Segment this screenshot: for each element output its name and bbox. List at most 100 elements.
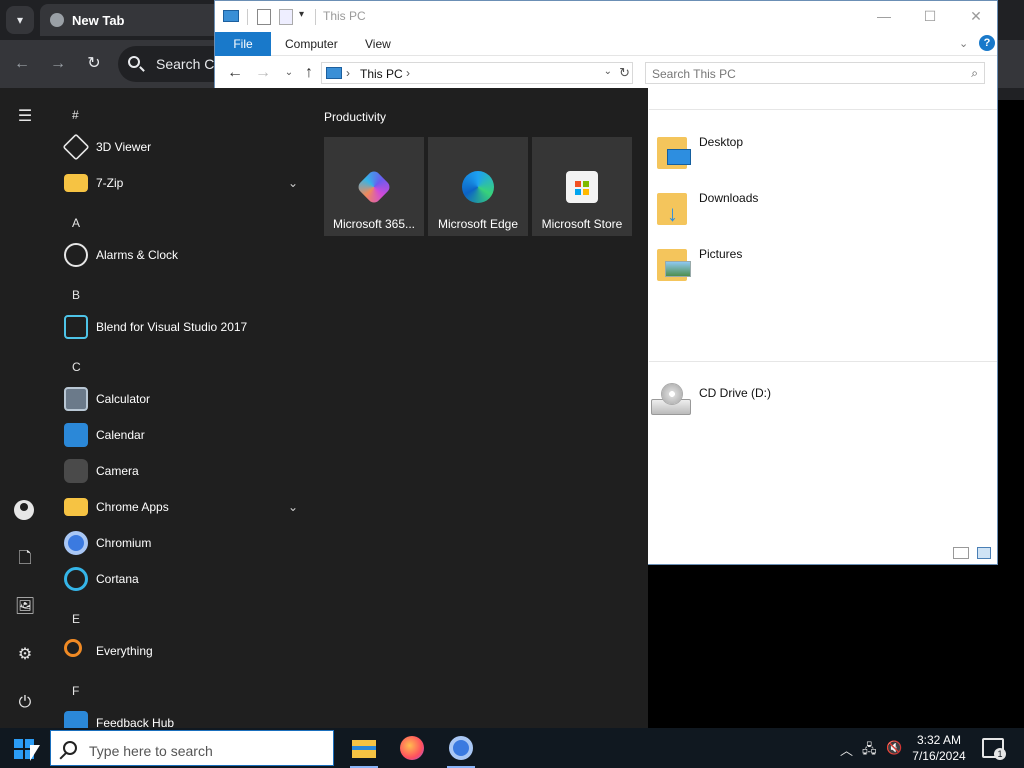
folder-label-downloads[interactable]: Downloads [699, 191, 758, 205]
explorer-forward-icon[interactable]: → [251, 61, 275, 85]
explorer-title-bar: ▾ This PC — ☐ ✕ [215, 1, 997, 32]
pictures-folder-icon[interactable] [653, 243, 693, 283]
cortana-icon [64, 567, 88, 591]
app-blend-visual-studio[interactable]: Blend for Visual Studio 2017 [62, 311, 302, 347]
tile-label: Microsoft Edge [437, 217, 519, 231]
app-chromium[interactable]: Chromium [62, 527, 302, 563]
folder-label-desktop[interactable]: Desktop [699, 135, 743, 149]
user-account-icon[interactable] [14, 500, 36, 522]
ribbon-tabs: File Computer View ⌄ ? [215, 32, 997, 56]
address-dropdown-icon[interactable]: ⌄ [604, 66, 612, 77]
app-calculator[interactable]: Calculator [62, 383, 302, 419]
tile-microsoft-store[interactable]: Microsoft Store [532, 137, 632, 236]
desktop-folder-icon[interactable] [653, 131, 693, 171]
search-this-pc-field[interactable]: Search This PC ⌕ [645, 62, 985, 84]
taskbar-clock[interactable]: 3:32 AM 7/16/2024 [908, 732, 970, 764]
letter-header-f[interactable]: F [72, 684, 79, 698]
drive-label-cd[interactable]: CD Drive (D:) [699, 386, 771, 400]
app-label: Camera [96, 464, 139, 478]
feedback-hub-icon [64, 711, 88, 728]
app-camera[interactable]: Camera [62, 455, 302, 491]
chrome-tab-title: New Tab [72, 13, 125, 28]
expand-ribbon-chevron-icon[interactable]: ⌄ [959, 32, 968, 56]
cd-drive-icon[interactable] [651, 381, 691, 421]
app-feedback-hub[interactable]: Feedback Hub [62, 707, 302, 728]
tab-computer[interactable]: Computer [285, 32, 338, 56]
power-icon[interactable]: ⏻ [14, 692, 36, 714]
large-icons-view-icon[interactable] [977, 547, 991, 559]
app-cortana[interactable]: Cortana [62, 563, 302, 599]
firefox-taskbar-icon[interactable] [398, 734, 426, 762]
hamburger-menu-icon[interactable]: ☰ [14, 106, 36, 128]
app-7-zip[interactable]: 7-Zip ⌄ [62, 167, 302, 203]
clock-time: 3:32 AM [916, 733, 962, 747]
breadcrumb-chevron-2-icon[interactable]: › [406, 66, 410, 80]
app-3d-viewer[interactable]: 3D Viewer [62, 131, 302, 167]
breadcrumb-chevron-icon: › [346, 66, 350, 80]
edge-icon [462, 171, 494, 203]
customize-quick-access-icon[interactable]: ▾ [299, 9, 309, 25]
letter-header-e[interactable]: E [72, 612, 80, 626]
explorer-back-icon[interactable]: ← [223, 61, 247, 85]
chromium-taskbar-icon[interactable] [447, 734, 475, 768]
reload-icon[interactable]: ↻ [82, 52, 106, 76]
up-arrow-icon[interactable]: ↑ [297, 61, 321, 85]
properties-icon[interactable] [257, 9, 271, 25]
blend-icon [64, 315, 88, 339]
forward-arrow-icon[interactable]: → [46, 52, 70, 76]
letter-header-b[interactable]: B [72, 288, 80, 302]
mouse-cursor-icon [30, 745, 40, 761]
letter-header-c[interactable]: C [72, 360, 81, 374]
chrome-tab-new-tab[interactable]: New Tab [40, 4, 230, 36]
content-divider-drives [649, 361, 997, 362]
app-label: Blend for Visual Studio 2017 [96, 320, 248, 334]
tile-microsoft-edge[interactable]: Microsoft Edge [428, 137, 528, 236]
calculator-icon [64, 387, 88, 411]
refresh-icon[interactable]: ↻ [619, 65, 630, 81]
expand-chevron-icon[interactable]: ⌄ [288, 176, 298, 190]
taskbar-search-box[interactable]: Type here to search [50, 730, 334, 766]
settings-gear-icon[interactable]: ⚙ [14, 644, 36, 666]
back-arrow-icon[interactable]: ← [10, 52, 34, 76]
tab-file[interactable]: File [215, 32, 271, 56]
tile-label: Microsoft 365... [332, 217, 416, 231]
expand-chevron-icon[interactable]: ⌄ [288, 500, 298, 514]
minimize-button[interactable]: — [861, 1, 907, 32]
file-explorer-taskbar-icon[interactable] [350, 734, 378, 768]
app-label: 7-Zip [96, 176, 124, 190]
address-field[interactable]: › This PC › ⌄ ↻ [321, 62, 633, 84]
pictures-icon[interactable]: 🖼 [14, 596, 36, 618]
search-icon: ⌕ [971, 66, 978, 80]
app-calendar[interactable]: Calendar [62, 419, 302, 455]
tab-search-chevron-icon[interactable]: ▾ [6, 6, 34, 34]
documents-icon[interactable]: 🗋 [14, 548, 36, 570]
tiles-group-header[interactable]: Productivity [324, 110, 386, 124]
close-button[interactable]: ✕ [953, 1, 999, 32]
app-label: Everything [96, 644, 153, 658]
details-view-icon[interactable] [953, 547, 969, 559]
app-label: Alarms & Clock [96, 248, 179, 262]
this-pc-small-icon [326, 67, 342, 79]
volume-muted-icon[interactable]: 🔇 [886, 740, 902, 756]
downloads-folder-icon[interactable]: ↓ [653, 187, 693, 227]
action-center-notification-icon[interactable]: 1 [982, 738, 1006, 760]
letter-header-hash[interactable]: # [72, 108, 79, 122]
maximize-button[interactable]: ☐ [907, 1, 953, 32]
network-icon[interactable]: 🖧 [862, 740, 877, 762]
tab-view[interactable]: View [365, 32, 391, 56]
search-this-pc-placeholder: Search This PC [652, 67, 736, 81]
app-everything[interactable]: Everything [62, 635, 302, 671]
tile-microsoft-365[interactable]: Microsoft 365... [324, 137, 424, 236]
folder-label-pictures[interactable]: Pictures [699, 247, 742, 261]
show-hidden-icons-chevron-icon[interactable]: ︿ [840, 740, 853, 759]
app-alarms-clock[interactable]: Alarms & Clock [62, 239, 302, 275]
new-folder-icon[interactable] [279, 9, 293, 25]
letter-header-a[interactable]: A [72, 216, 80, 230]
clock-date: 7/16/2024 [912, 749, 966, 763]
new-tab-favicon-icon [50, 13, 64, 27]
app-chrome-apps[interactable]: Chrome Apps ⌄ [62, 491, 302, 527]
search-icon [128, 56, 140, 68]
3d-viewer-icon [62, 133, 90, 161]
help-icon[interactable]: ? [979, 35, 995, 51]
calendar-icon [64, 423, 88, 447]
